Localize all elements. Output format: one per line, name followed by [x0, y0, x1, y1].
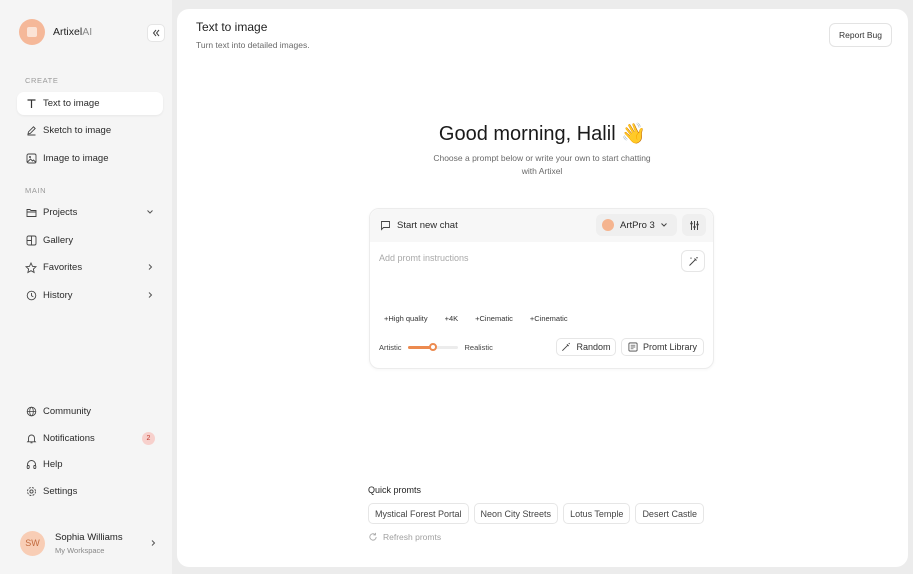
sidebar-item-settings[interactable]: Settings [17, 480, 163, 503]
sidebar-item-label: Help [43, 459, 63, 470]
sliders-icon [689, 220, 699, 230]
page-title: Text to image [196, 20, 268, 34]
sidebar-item-text-to-image[interactable]: Text to image [17, 92, 163, 115]
sidebar-item-label: Favorites [43, 262, 83, 273]
quick-prompt-chip[interactable]: Desert Castle [635, 503, 704, 524]
bell-icon [25, 433, 37, 445]
sidebar-item-label: Notifications [43, 433, 95, 444]
folder-icon [25, 207, 37, 219]
chevron-right-icon [148, 264, 153, 270]
model-selector[interactable]: ArtPro 3 [596, 214, 677, 236]
chat-icon [381, 221, 390, 231]
sidebar-item-gallery[interactable]: Gallery [17, 229, 163, 252]
style-tag[interactable]: +Cinematic [470, 310, 518, 326]
style-tag[interactable]: +4K [439, 310, 464, 326]
greeting-title: Good morning, Halil 👋 [438, 123, 647, 145]
magic-wand-icon [688, 256, 698, 266]
notification-count-badge: 2 [142, 432, 155, 445]
prompt-input[interactable] [379, 250, 669, 266]
avatar: SW [20, 530, 45, 556]
greeting-subtitle: Choose a prompt below or write your own … [433, 153, 651, 176]
sidebar-item-label: Text to image [43, 98, 100, 109]
refresh-icon [369, 532, 377, 541]
waving-hand-icon: 👋 [621, 123, 647, 145]
sidebar-item-history[interactable]: History [17, 284, 163, 307]
magic-wand-icon [562, 342, 571, 351]
library-icon [628, 342, 638, 352]
sidebar-item-label: Sketch to image [43, 125, 112, 136]
sidebar-item-community[interactable]: Community [17, 400, 163, 423]
user-name: Sophia Williams [55, 531, 123, 543]
sidebar-item-notifications[interactable]: Notifications 2 [17, 427, 163, 450]
sidebar-item-label: Settings [43, 486, 78, 497]
sidebar-item-label: History [43, 290, 73, 301]
prompt-composer: Start new chat ArtPro 3 +High quality +4… [369, 208, 714, 369]
pen-icon [25, 125, 37, 137]
chevron-right-icon [151, 540, 156, 546]
history-icon [25, 290, 37, 302]
slider-label-realistic: Realistic [464, 342, 493, 352]
artistic-realistic-slider[interactable] [407, 342, 458, 352]
brand[interactable]: ArtixelAI [19, 19, 92, 45]
chevron-down-icon [147, 210, 153, 214]
refresh-prompts-button[interactable]: Refresh promts [368, 532, 441, 542]
sidebar-item-sketch-to-image[interactable]: Sketch to image [17, 119, 163, 142]
chevron-down-icon [661, 223, 667, 227]
section-label-create: CREATE [25, 76, 59, 85]
quick-prompts-title: Quick promts [368, 485, 422, 495]
user-profile[interactable]: SW Sophia Williams My Workspace [20, 529, 160, 557]
style-tags: +High quality +4K +Cinematic +Cinematic [379, 310, 580, 326]
quick-prompt-chip[interactable]: Neon City Streets [473, 503, 559, 524]
style-tag[interactable]: +Cinematic [524, 310, 573, 326]
main-panel: Text to image Turn text into detailed im… [177, 9, 908, 567]
sidebar-item-favorites[interactable]: Favorites [17, 256, 163, 279]
prompt-library-button[interactable]: Promt Library [621, 338, 704, 356]
report-bug-button[interactable]: Report Bug [829, 23, 892, 47]
chevron-right-icon [148, 292, 153, 298]
slider-label-artistic: Artistic [379, 342, 402, 352]
generation-settings-button[interactable] [682, 214, 706, 236]
collapse-sidebar-button[interactable] [147, 24, 165, 42]
slider-thumb[interactable] [428, 343, 437, 351]
sidebar: ArtixelAI CREATE Text to image Sketch to… [0, 0, 172, 574]
sidebar-item-label: Gallery [43, 235, 74, 246]
quick-prompts-list: Mystical Forest Portal Neon City Streets… [368, 503, 709, 524]
brand-name: ArtixelAI [53, 26, 93, 38]
image-icon [25, 153, 37, 165]
star-icon [25, 261, 37, 274]
text-icon [25, 98, 37, 110]
double-chevron-left-icon [152, 29, 160, 37]
enhance-prompt-button[interactable] [681, 250, 705, 272]
section-label-main: MAIN [25, 186, 47, 195]
start-new-chat-button[interactable]: Start new chat [380, 220, 458, 231]
page-subtitle: Turn text into detailed images. [196, 40, 310, 50]
sidebar-item-label: Image to image [43, 153, 109, 164]
gallery-icon [25, 235, 37, 247]
globe-icon [25, 406, 37, 418]
user-workspace: My Workspace [55, 545, 105, 555]
random-prompt-button[interactable]: Random [556, 338, 616, 356]
style-slider-row: Artistic Realistic [379, 342, 493, 352]
sidebar-item-image-to-image[interactable]: Image to image [17, 147, 163, 170]
headphones-icon [25, 459, 37, 471]
sidebar-item-help[interactable]: Help [17, 453, 163, 476]
sidebar-item-label: Projects [43, 207, 78, 218]
artixel-logo-icon [19, 19, 45, 45]
quick-prompt-chip[interactable]: Mystical Forest Portal [368, 503, 469, 524]
gear-icon [25, 486, 37, 498]
model-icon [602, 219, 614, 231]
quick-prompt-chip[interactable]: Lotus Temple [563, 503, 631, 524]
composer-header: Start new chat ArtPro 3 [370, 209, 713, 242]
sidebar-item-projects[interactable]: Projects [17, 201, 163, 224]
style-tag[interactable]: +High quality [379, 310, 433, 326]
sidebar-item-label: Community [43, 406, 92, 417]
